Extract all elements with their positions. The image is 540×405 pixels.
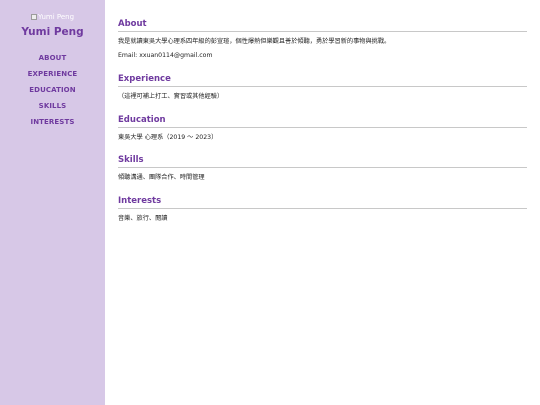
skills-heading: Skills [118, 155, 527, 168]
nav-about[interactable]: ABOUT [0, 53, 105, 69]
avatar: Yumi Peng [0, 12, 105, 22]
education-text: 東吳大學 心理系（2019 ～ 2023） [118, 134, 218, 141]
sidebar-nav: ABOUT EXPERIENCE EDUCATION SKILLS INTERE… [0, 53, 105, 133]
about-email: Email: xxuan0114@gmail.com [118, 52, 213, 59]
interests-heading: Interests [118, 196, 527, 209]
education-heading: Education [118, 115, 527, 128]
nav-experience[interactable]: EXPERIENCE [0, 69, 105, 85]
sidebar-name: Yumi Peng [21, 26, 84, 38]
about-heading: About [118, 19, 527, 32]
experience-heading: Experience [118, 74, 527, 87]
broken-image-icon [30, 14, 37, 20]
section-experience: Experience （這裡可補上打工、實習或其他經驗） [118, 74, 527, 101]
experience-text: （這裡可補上打工、實習或其他經驗） [118, 93, 224, 100]
section-interests: Interests 音樂、旅行、閱讀 [118, 196, 527, 223]
nav-skills[interactable]: SKILLS [0, 101, 105, 117]
avatar-alt-text: Yumi Peng [37, 13, 75, 21]
about-text: 我是就讀東吳大學心理系四年級的彭宣瑄，個性爆熱但樂觀且善於傾聽，勇於學習新的事物… [118, 38, 391, 45]
section-about: About 我是就讀東吳大學心理系四年級的彭宣瑄，個性爆熱但樂觀且善於傾聽，勇於… [118, 19, 527, 60]
interests-text: 音樂、旅行、閱讀 [118, 215, 168, 222]
sidebar: Yumi Peng Yumi Peng ABOUT EXPERIENCE EDU… [0, 0, 105, 405]
resume-page: Yumi Peng Yumi Peng ABOUT EXPERIENCE EDU… [0, 0, 540, 405]
section-education: Education 東吳大學 心理系（2019 ～ 2023） [118, 115, 527, 142]
section-skills: Skills 傾聽溝通、團隊合作、時間管理 [118, 155, 527, 182]
nav-education[interactable]: EDUCATION [0, 85, 105, 101]
nav-interests[interactable]: INTERESTS [0, 117, 105, 133]
skills-text: 傾聽溝通、團隊合作、時間管理 [118, 174, 205, 181]
